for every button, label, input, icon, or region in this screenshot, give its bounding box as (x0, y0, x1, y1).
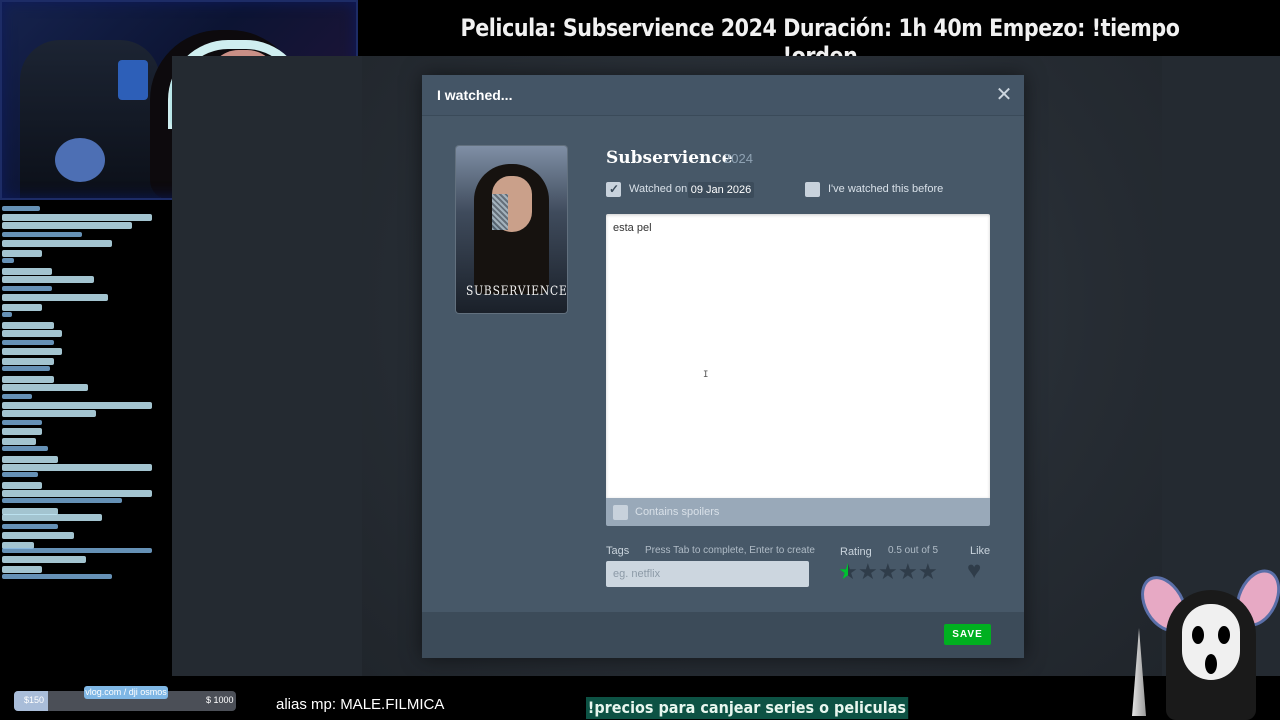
film-poster: SUBSERVIENCE (456, 146, 567, 313)
checkmark-icon: ✓ (609, 182, 620, 196)
spoilers-label: Contains spoilers (635, 506, 720, 518)
chat-message (2, 250, 42, 257)
chat-message (2, 348, 62, 355)
review-text: esta pel (613, 222, 652, 234)
text-cursor-icon: I (703, 370, 709, 380)
payment-alias: alias mp: MALE.FILMICA (276, 696, 445, 713)
chat-message (2, 556, 86, 563)
ghostface-mascot (1130, 562, 1280, 720)
dialog-header: I watched... ✕ (422, 75, 1024, 116)
chat-message (2, 394, 32, 399)
chat-message (2, 232, 82, 237)
chat-message (2, 532, 74, 539)
chat-message (2, 366, 50, 371)
chat-message (2, 240, 112, 247)
chat-message (2, 574, 112, 579)
goal-min: $150 (24, 695, 45, 705)
rewatch-label: I've watched this before (828, 183, 944, 195)
chat-message (2, 330, 62, 337)
film-title: Subservience (606, 148, 733, 168)
chat-message (2, 268, 52, 275)
rewatch-checkbox[interactable] (805, 182, 820, 197)
chat-message (2, 258, 14, 263)
watched-on-checkbox[interactable]: ✓ (606, 182, 621, 197)
watched-date-field[interactable]: 09 Jan 2026 (688, 182, 754, 198)
chat-message (2, 312, 12, 317)
chat-message (2, 304, 42, 311)
spoilers-checkbox[interactable] (613, 505, 628, 520)
heart-icon[interactable]: ♥ (967, 559, 981, 583)
dialog-footer (422, 612, 1024, 658)
rating-value: 0.5 out of 5 (888, 545, 939, 556)
star-icon[interactable]: ★ (898, 561, 918, 583)
redeem-banner: !precios para canjear series o peliculas (586, 697, 908, 719)
chat-message (2, 376, 54, 383)
close-icon[interactable]: ✕ (995, 85, 1013, 105)
film-year: 2024 (724, 151, 753, 166)
spoiler-bar: Contains spoilers (606, 498, 990, 526)
dialog-title: I watched... (437, 87, 513, 103)
chat-message (2, 222, 132, 229)
star-icon[interactable]: ★ (878, 561, 898, 583)
chat-message (2, 294, 108, 301)
chat-message (2, 402, 152, 409)
chat-message (2, 482, 42, 489)
poster-title: SUBSERVIENCE (465, 284, 567, 299)
chat-message (2, 420, 42, 425)
chat-message (2, 276, 94, 283)
chat-message (2, 438, 36, 445)
chat-message (2, 548, 152, 553)
chat-message (2, 214, 152, 221)
chat-message (2, 566, 42, 573)
chat-message (2, 524, 58, 529)
bottom-overlay: $150 $ 1000 vlog.com / dji osmos alias m… (0, 676, 1280, 720)
stream-chat (0, 202, 172, 602)
watched-dialog: I watched... ✕ SUBSERVIENCE Subservience… (422, 75, 1024, 658)
chat-message (2, 464, 152, 471)
chat-message (2, 410, 96, 417)
like-label: Like (970, 545, 991, 557)
star-fill: ★ (838, 561, 848, 583)
knife-icon (1132, 628, 1146, 716)
save-button[interactable]: SAVE (944, 624, 991, 645)
chat-message (2, 322, 54, 329)
chat-message (2, 514, 102, 521)
chat-message (2, 384, 88, 391)
chat-message (2, 428, 42, 435)
stream-title-overlay: Pelicula: Subservience 2024 Duración: 1h… (460, 14, 1180, 70)
tags-input[interactable] (606, 561, 809, 587)
rating-label: Rating (840, 546, 872, 558)
chat-message (2, 446, 48, 451)
chat-message (2, 490, 152, 497)
chat-message (2, 358, 54, 365)
review-textarea[interactable]: esta pel I (606, 214, 990, 498)
watched-on-label: Watched on (629, 183, 688, 195)
chat-message (2, 340, 54, 345)
tags-label: Tags (606, 545, 630, 557)
goal-max: $ 1000 (206, 695, 234, 705)
star-icon[interactable]: ★ (918, 561, 938, 583)
rating-stars[interactable]: ★ ★ ★ ★ ★ ★ (838, 561, 938, 583)
tags-hint: Press Tab to complete, Enter to create (645, 545, 815, 556)
chat-message (2, 498, 122, 503)
star-icon[interactable]: ★ (858, 561, 878, 583)
chat-message (2, 286, 52, 291)
chat-message (2, 206, 40, 211)
chat-message (2, 472, 38, 477)
goal-title: vlog.com / dji osmos (84, 686, 168, 699)
chat-message (2, 456, 58, 463)
